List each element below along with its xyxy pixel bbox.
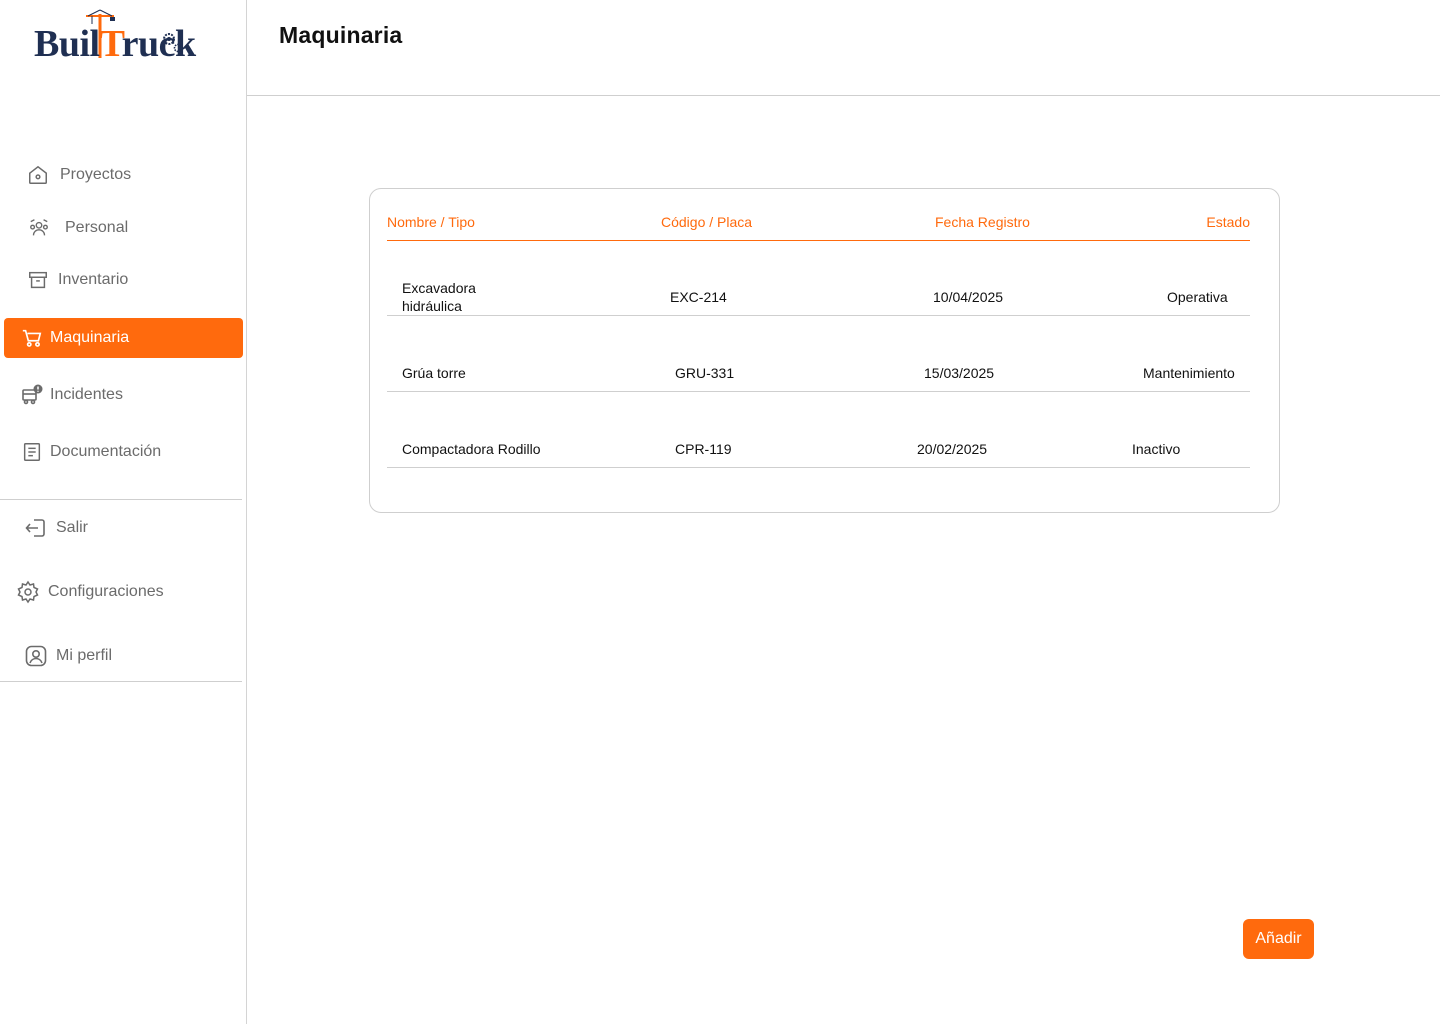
builtruck-logo: BuilTruck xyxy=(34,8,196,68)
machinery-table-card: Nombre / Tipo Código / Placa Fecha Regis… xyxy=(369,188,1280,513)
home-icon xyxy=(26,163,50,187)
cell-status: Inactivo xyxy=(1132,441,1181,457)
cell-date: 15/03/2025 xyxy=(924,365,995,381)
gear-icon xyxy=(16,580,40,604)
document-icon xyxy=(20,440,44,464)
cell-status: Mantenimiento xyxy=(1143,365,1235,381)
sidebar-item-label: Salir xyxy=(56,519,89,536)
sidebar-item-configuraciones[interactable]: Configuraciones xyxy=(4,572,243,612)
column-header-status[interactable]: Estado xyxy=(1206,214,1250,230)
archive-box-icon xyxy=(26,268,50,292)
sidebar-item-label: Mi perfil xyxy=(56,647,113,664)
cell-name-line2: hidráulica xyxy=(402,298,462,314)
cell-name: Grúa torre xyxy=(402,365,466,381)
sidebar-item-label: Proyectos xyxy=(60,166,132,183)
column-header-code[interactable]: Código / Placa xyxy=(661,214,752,230)
sidebar-item-label: Incidentes xyxy=(50,386,123,403)
sidebar-item-inventario[interactable]: Inventario xyxy=(4,260,243,300)
cell-code: GRU-331 xyxy=(675,365,735,381)
cell-code: CPR-119 xyxy=(675,441,732,457)
column-header-name[interactable]: Nombre / Tipo xyxy=(387,214,475,230)
sidebar-item-proyectos[interactable]: Proyectos xyxy=(4,155,243,195)
people-icon xyxy=(27,216,51,240)
table-row[interactable]: Compactadora Rodillo CPR-119 20/02/2025 … xyxy=(387,392,1250,468)
add-button[interactable]: Añadir xyxy=(1243,919,1314,959)
cell-status: Operativa xyxy=(1167,289,1228,305)
sidebar-item-label: Maquinaria xyxy=(50,329,130,346)
cell-name: Compactadora Rodillo xyxy=(402,441,541,457)
sidebar-item-label: Inventario xyxy=(58,271,129,288)
cell-date: 20/02/2025 xyxy=(917,441,988,457)
cell-date: 10/04/2025 xyxy=(933,289,1004,305)
page-header: Maquinaria xyxy=(247,0,1440,96)
cell-code: EXC-214 xyxy=(670,289,727,305)
page-title: Maquinaria xyxy=(279,22,403,48)
sidebar-item-mi-perfil[interactable]: Mi perfil xyxy=(4,636,243,676)
column-header-date[interactable]: Fecha Registro xyxy=(935,214,1030,230)
sidebar-item-label: Personal xyxy=(65,219,129,236)
table-header: Nombre / Tipo Código / Placa Fecha Regis… xyxy=(387,211,1250,241)
sidebar: BuilTruck Proyectos Personal Inventario … xyxy=(0,0,247,1024)
sidebar-item-label: Documentación xyxy=(50,443,162,460)
sidebar-item-personal[interactable]: Personal xyxy=(4,208,243,248)
sidebar-item-salir[interactable]: Salir xyxy=(4,508,243,548)
sidebar-item-label: Configuraciones xyxy=(48,583,164,600)
truck-alert-icon xyxy=(20,383,44,407)
table-row[interactable]: Grúa torre GRU-331 15/03/2025 Mantenimie… xyxy=(387,316,1250,392)
user-icon xyxy=(24,644,48,668)
cell-name: Excavadora xyxy=(402,280,476,296)
sidebar-divider xyxy=(0,499,242,500)
logout-icon xyxy=(24,516,48,540)
sidebar-item-documentacion[interactable]: Documentación xyxy=(4,432,243,472)
table-row[interactable]: Excavadora hidráulica EXC-214 10/04/2025… xyxy=(387,240,1250,316)
gears-icon xyxy=(163,33,183,53)
sidebar-divider xyxy=(0,681,242,682)
sidebar-item-incidentes[interactable]: Incidentes xyxy=(4,375,243,415)
sidebar-item-maquinaria[interactable]: Maquinaria xyxy=(4,318,243,358)
cart-icon xyxy=(20,326,44,350)
